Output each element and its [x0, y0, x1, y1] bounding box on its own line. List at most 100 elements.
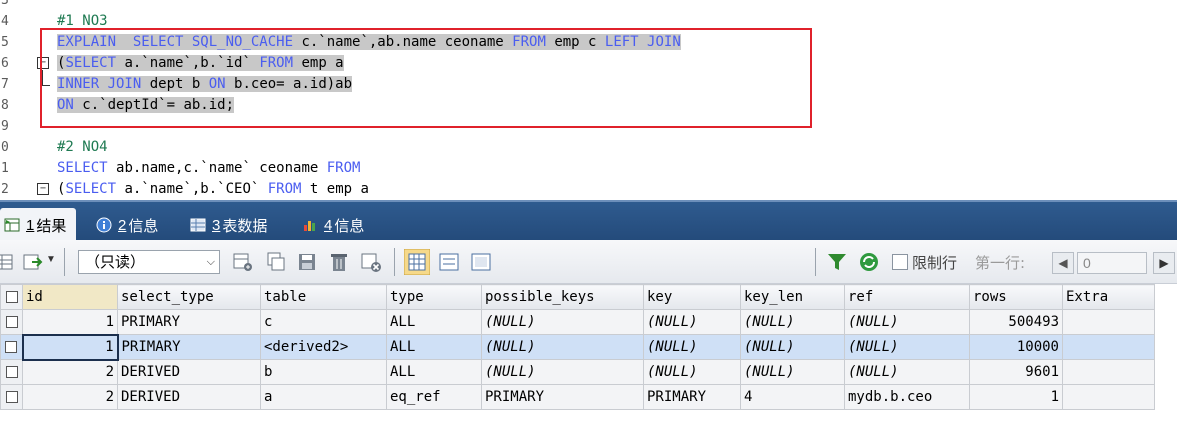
mode-select[interactable]: （只读） ⌵ [78, 250, 220, 274]
code-line[interactable]: 1 SELECT ab.name,c.`name` ceoname FROM [0, 158, 1177, 179]
tab-result-number: 1 [26, 216, 35, 234]
table-cell-id[interactable]: 1 [22, 309, 118, 335]
line-number: 1 [1, 161, 9, 176]
table-cell-extra[interactable] [1062, 334, 1155, 360]
column-header-key-len[interactable]: key_len [740, 284, 845, 310]
table-cell-possible-keys[interactable]: PRIMARY [481, 384, 644, 410]
limit-rows-checkbox[interactable] [892, 254, 908, 270]
text-mode-icon[interactable] [470, 251, 492, 273]
code-line[interactable]: 0 #2 NO4 [0, 137, 1177, 158]
table-cell-key[interactable]: (NULL) [643, 359, 741, 385]
table-cell-rows[interactable]: 1 [969, 384, 1063, 410]
table-cell-key[interactable]: (NULL) [643, 309, 741, 335]
grid-mode-icon[interactable] [404, 249, 430, 275]
table-cell-possible-keys[interactable]: (NULL) [481, 359, 644, 385]
table-cell-table[interactable]: b [260, 359, 387, 385]
table-cell-key-len[interactable]: (NULL) [740, 334, 845, 360]
table-cell-rows[interactable]: 9601 [969, 359, 1063, 385]
row-checkbox[interactable] [0, 384, 23, 410]
tab-info-2[interactable]: 4 信息 [298, 208, 374, 242]
column-header-possible-keys[interactable]: possible_keys [481, 284, 644, 310]
column-header-type[interactable]: type [386, 284, 482, 310]
refresh-icon[interactable] [858, 251, 880, 273]
column-header-ref[interactable]: ref [844, 284, 970, 310]
next-page-button[interactable]: ▶ [1153, 252, 1175, 274]
table-cell-table[interactable]: <derived2> [260, 334, 387, 360]
select-all-checkbox[interactable] [0, 284, 23, 310]
table-cell-key[interactable]: (NULL) [643, 334, 741, 360]
table-row[interactable]: 1 PRIMARY c ALL (NULL) (NULL) (NULL) (NULL) 5004… [0, 309, 1155, 335]
sql-keyword: FROM [267, 181, 310, 197]
tab-result[interactable]: 1 结果 [0, 208, 77, 242]
fold-toggle-icon[interactable]: − [37, 183, 49, 195]
table-cell-key-len[interactable]: (NULL) [740, 309, 845, 335]
previous-page-button[interactable]: ◀ [1052, 252, 1074, 274]
table-cell-possible-keys[interactable]: (NULL) [481, 309, 644, 335]
line-number: 9 [1, 119, 9, 134]
table-cell-select-type[interactable]: DERIVED [117, 384, 261, 410]
table-cell-select-type[interactable]: PRIMARY [117, 334, 261, 360]
export-dropdown-icon[interactable]: ▼ [46, 254, 56, 265]
table-cell-table[interactable]: c [260, 309, 387, 335]
sql-editor[interactable]: 3 4 #1 NO3 5 EXPLAIN SELECT SQL_NO_CACHE c.`… [0, 0, 1177, 200]
column-header-select-type[interactable]: select_type [117, 284, 261, 310]
table-cell-ref[interactable]: mydb.b.ceo [844, 384, 970, 410]
row-checkbox[interactable] [0, 309, 23, 335]
column-header-table[interactable]: table [260, 284, 387, 310]
column-header-extra[interactable]: Extra [1062, 284, 1155, 310]
row-checkbox[interactable] [0, 359, 23, 385]
sql-comment: #2 NO4 [57, 139, 108, 155]
export-icon[interactable] [22, 251, 44, 273]
column-header-rows[interactable]: rows [969, 284, 1063, 310]
table-row[interactable]: 2 DERIVED a eq_ref PRIMARY PRIMARY 4 mydb.b.ceo… [0, 384, 1155, 410]
table-cell-key-len[interactable]: (NULL) [740, 359, 845, 385]
table-cell-rows[interactable]: 10000 [969, 334, 1063, 360]
table-cell-rows[interactable]: 500493 [969, 309, 1063, 335]
cancel-changes-icon[interactable] [360, 251, 382, 273]
explain-table: id select_type table type possible_keys … [0, 284, 1155, 410]
table-cell-extra[interactable] [1062, 359, 1155, 385]
table-cell-id[interactable]: 1 [21, 333, 119, 361]
table-cell-id[interactable]: 2 [22, 359, 118, 385]
duplicate-row-icon[interactable] [264, 251, 286, 273]
line-number: 5 [1, 35, 9, 50]
column-header-id[interactable]: id [22, 284, 118, 310]
table-cell-type[interactable]: ALL [386, 359, 482, 385]
save-icon[interactable] [296, 251, 318, 273]
sql-text: ab.name,c.`name` ceoname [116, 160, 327, 176]
table-row[interactable]: 2 DERIVED b ALL (NULL) (NULL) (NULL) (NULL) 9601 [0, 359, 1155, 385]
table-row[interactable]: 1 PRIMARY <derived2> ALL (NULL) (NULL) (NULL)(… [0, 333, 1155, 361]
table-cell-extra[interactable] [1062, 384, 1155, 410]
highlight-box [40, 28, 812, 128]
table-cell-ref[interactable]: (NULL) [844, 359, 970, 385]
tab-info[interactable]: 2 信息 [92, 208, 168, 242]
table-cell-key-len[interactable]: 4 [740, 384, 845, 410]
code-line[interactable]: 2 (SELECT a.`name`,b.`CEO` FROM t emp a [0, 179, 1177, 200]
table-cell-ref[interactable]: (NULL) [844, 334, 970, 360]
filter-icon[interactable] [826, 251, 848, 273]
code-line[interactable]: 3 [0, 0, 1177, 11]
table-cell-table[interactable]: a [260, 384, 387, 410]
table-cell-select-type[interactable]: PRIMARY [117, 309, 261, 335]
sql-text: t emp a [309, 181, 369, 197]
line-number: 0 [1, 140, 9, 155]
table-cell-id[interactable]: 2 [22, 384, 118, 410]
first-row-input[interactable]: 0 [1077, 252, 1147, 274]
line-number: 7 [1, 77, 9, 92]
line-number: 2 [1, 182, 9, 197]
column-header-key[interactable]: key [643, 284, 741, 310]
tab-table-data[interactable]: 3 表数据 [186, 208, 277, 242]
table-cell-type[interactable]: eq_ref [386, 384, 482, 410]
delete-icon[interactable] [328, 251, 350, 273]
table-cell-select-type[interactable]: DERIVED [117, 359, 261, 385]
table-cell-extra[interactable] [1062, 309, 1155, 335]
table-cell-type[interactable]: ALL [386, 309, 482, 335]
insert-row-icon[interactable] [232, 251, 254, 273]
table-cell-ref[interactable]: (NULL) [844, 309, 970, 335]
table-cell-key[interactable]: PRIMARY [643, 384, 741, 410]
table-cell-type[interactable]: ALL [386, 334, 482, 360]
row-checkbox[interactable] [0, 334, 23, 360]
grid-view-icon[interactable] [0, 251, 16, 273]
form-mode-icon[interactable] [438, 251, 460, 273]
table-cell-possible-keys[interactable]: (NULL) [481, 334, 644, 360]
